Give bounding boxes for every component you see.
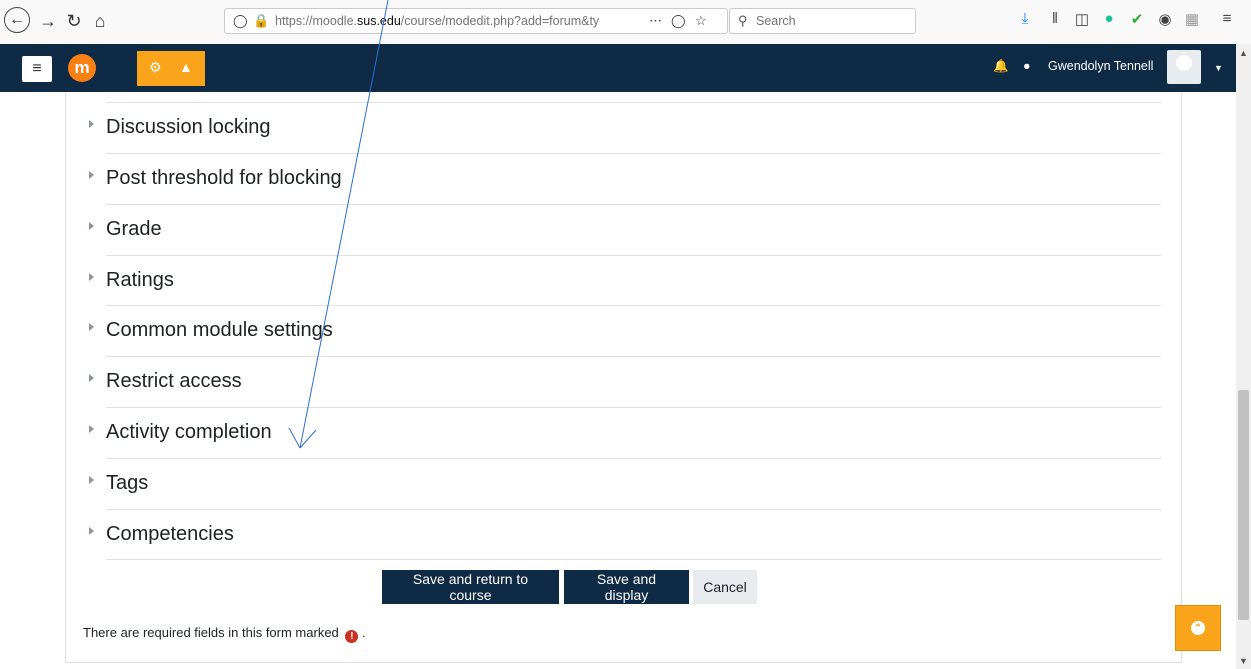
section-label[interactable]: Ratings [106,269,174,292]
pocket-icon[interactable]: ◯ [671,13,686,29]
scroll-up-icon[interactable]: ▲ [1239,48,1248,58]
section-label[interactable]: Restrict access [106,370,242,393]
section-divider [106,559,1161,560]
caret-right-icon [89,273,94,281]
extension-box-icon[interactable]: ▦ [1182,10,1202,28]
user-name[interactable]: Gwendolyn Tennell [1048,59,1153,73]
caret-right-icon [89,171,94,179]
library-icon[interactable]: ‖ [1045,10,1065,27]
user-menu-chevron-icon[interactable]: ▼ [1214,63,1223,73]
search-bar[interactable]: ⚲ Search [729,8,916,34]
avatar[interactable] [1167,50,1201,84]
caret-right-icon [89,222,94,230]
url-text[interactable]: https://moodle.sus.edu/course/modedit.ph… [275,14,615,28]
save-and-return-button[interactable]: Save and return to course [382,570,559,604]
chat-icon[interactable]: ● [1023,59,1031,73]
gears-icon[interactable]: ⚙ [149,59,162,76]
sitemap-icon[interactable]: ▲ [179,59,193,75]
menu-icon[interactable]: ≡ [1217,10,1237,27]
required-fields-note: There are required fields in this form m… [83,625,366,643]
address-bar[interactable]: ◯ 🔒 https://moodle.sus.edu/course/modedi… [224,8,728,34]
section-restrict-access[interactable]: Restrict access [89,356,1161,407]
back-to-top-button[interactable]: ⌃ [1175,605,1221,651]
back-arrow-icon[interactable]: ← [4,7,30,33]
page-scrollbar[interactable]: ▲ ▼ [1236,44,1251,669]
save-and-display-button[interactable]: Save and display [564,570,689,604]
section-label[interactable]: Discussion locking [106,116,271,139]
section-common-module-settings[interactable]: Common module settings [89,305,1161,356]
section-grade[interactable]: Grade [89,204,1161,255]
extension-icon[interactable]: ◉ [1155,10,1175,28]
caret-right-icon [89,476,94,484]
section-tags[interactable]: Tags [89,458,1161,509]
cancel-button[interactable]: Cancel [693,570,757,604]
search-icon: ⚲ [738,13,748,28]
drawer-toggle-icon[interactable]: ≡ [22,56,52,82]
bell-icon[interactable]: 🔔 [993,59,1009,74]
more-actions-icon[interactable]: ⋯ [649,13,662,29]
download-icon[interactable]: ⤓ [1015,10,1035,27]
caret-right-icon [89,527,94,535]
caret-right-icon [89,323,94,331]
section-label[interactable]: Tags [106,472,148,495]
browser-toolbar: ← → ↻ ⌂ ◯ 🔒 https://moodle.sus.edu/cours… [0,0,1251,45]
section-label[interactable]: Competencies [106,523,234,546]
extension-badge-icon[interactable]: ✔ [1127,10,1147,28]
chevron-up-icon: ⌃ [1191,621,1205,635]
forward-arrow-icon[interactable]: → [34,7,62,35]
section-ratings[interactable]: Ratings [89,255,1161,306]
required-icon: ! [345,630,359,643]
required-note-suffix: . [362,625,366,640]
section-post-threshold[interactable]: Post threshold for blocking [89,153,1161,204]
lock-icon: 🔒 [253,13,270,28]
grammarly-icon[interactable]: ● [1099,10,1119,27]
moodle-logo[interactable]: m [68,54,96,82]
shield-icon[interactable]: ◯ [233,13,248,29]
sidebar-icon[interactable]: ◫ [1072,10,1092,28]
section-label[interactable]: Grade [106,218,162,241]
section-discussion-locking[interactable]: Discussion locking [89,102,1161,153]
section-competencies[interactable]: Competencies [89,509,1161,560]
required-note-text: There are required fields in this form m… [83,625,339,640]
caret-right-icon [89,425,94,433]
caret-right-icon [89,120,94,128]
bookmark-star-icon[interactable]: ☆ [695,13,707,29]
home-icon[interactable]: ⌂ [86,7,114,35]
section-activity-completion[interactable]: Activity completion [89,407,1161,458]
reload-icon[interactable]: ↻ [60,7,88,35]
scroll-thumb[interactable] [1238,390,1249,620]
caret-right-icon [89,374,94,382]
section-label[interactable]: Common module settings [106,319,333,342]
section-label[interactable]: Post threshold for blocking [106,167,342,190]
search-placeholder: Search [756,14,796,28]
admin-tools-group: ⚙ ▲ [137,51,205,86]
section-label[interactable]: Activity completion [106,421,272,444]
moodle-navbar: ≡ m ⚙ ▲ 🔔 ● Gwendolyn Tennell ▼ [0,44,1236,92]
scroll-down-icon[interactable]: ▼ [1239,656,1248,666]
